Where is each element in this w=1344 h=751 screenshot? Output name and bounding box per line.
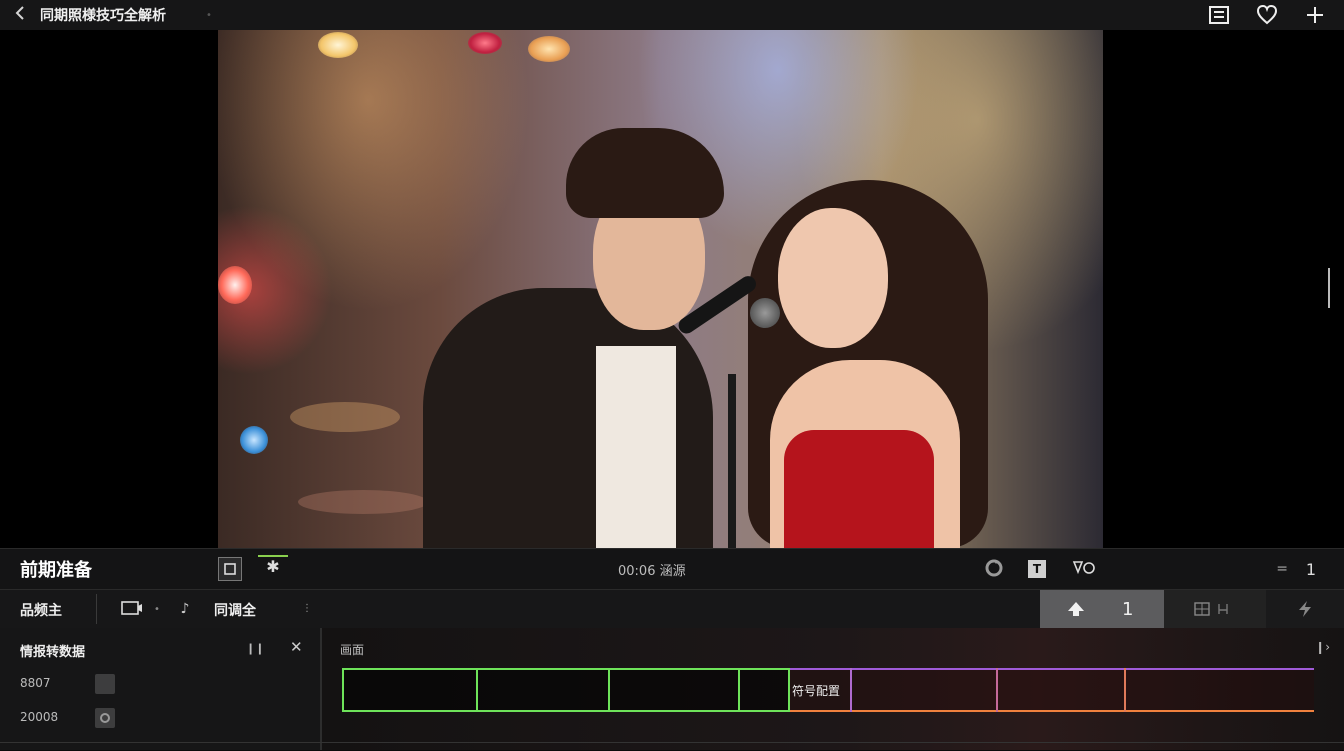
stage-light bbox=[240, 426, 268, 454]
mic-head bbox=[750, 298, 780, 328]
close-button[interactable]: ✕ bbox=[290, 638, 303, 656]
preview-side-handle[interactable] bbox=[1328, 268, 1338, 308]
pause-icon: ❙❙ bbox=[246, 642, 265, 655]
filter-icon bbox=[1072, 561, 1095, 575]
stage-light bbox=[468, 32, 502, 54]
preview-frame bbox=[218, 30, 1103, 548]
clip-divider bbox=[476, 668, 478, 712]
clip-divider bbox=[1124, 668, 1126, 712]
property-label: 20008 bbox=[20, 710, 59, 724]
timeline-expand-button[interactable]: ❙› bbox=[1315, 640, 1330, 654]
layout-icon bbox=[1209, 6, 1229, 24]
music-button[interactable]: ♪ bbox=[174, 598, 196, 620]
drum-cymbal bbox=[298, 490, 428, 514]
media-button[interactable] bbox=[120, 598, 142, 620]
clip-count: 1 bbox=[1305, 559, 1316, 579]
lightning-icon bbox=[1299, 601, 1311, 617]
selected-count: 1 bbox=[1122, 598, 1134, 620]
layout-button[interactable] bbox=[1208, 4, 1230, 26]
upload-icon bbox=[1068, 602, 1084, 616]
text-icon: T bbox=[1032, 562, 1042, 576]
panel-title: 情报转数据 bbox=[20, 645, 86, 660]
magic-segment[interactable] bbox=[1266, 590, 1344, 628]
grid-segment[interactable] bbox=[1164, 590, 1266, 628]
count-eq: = bbox=[1276, 561, 1288, 577]
dots-icon: ⋮ bbox=[302, 603, 312, 614]
clip-divider bbox=[608, 668, 610, 712]
separator-dot: • bbox=[206, 9, 212, 21]
separator-dot: • bbox=[154, 604, 160, 615]
drum-cymbal bbox=[290, 402, 400, 432]
pause-button[interactable]: ❙❙ bbox=[246, 642, 264, 655]
refresh-icon bbox=[985, 559, 1003, 577]
man-shirt bbox=[596, 346, 676, 548]
selected-count-segment[interactable]: 1 bbox=[1040, 590, 1164, 628]
woman-face bbox=[778, 208, 888, 348]
square-icon bbox=[224, 563, 236, 575]
clip-divider bbox=[738, 668, 740, 712]
sparkle-icon: ✱ bbox=[266, 557, 280, 576]
clip-green[interactable] bbox=[342, 668, 790, 712]
stage-light bbox=[528, 36, 570, 62]
property-swatch[interactable] bbox=[95, 708, 115, 728]
option-button[interactable]: ⋮ bbox=[296, 598, 318, 620]
divider bbox=[96, 594, 97, 624]
close-icon: ✕ bbox=[290, 638, 303, 656]
text-tool-button[interactable]: T bbox=[1028, 560, 1046, 578]
clip-label: 符号配置 bbox=[792, 684, 841, 698]
crop-button[interactable] bbox=[218, 557, 242, 581]
chevron-left-icon bbox=[15, 5, 24, 20]
plus-icon bbox=[1307, 7, 1323, 23]
grid-icon bbox=[1194, 602, 1228, 616]
heart-icon bbox=[1256, 5, 1278, 25]
tool-sync[interactable]: 同调全 bbox=[214, 600, 256, 620]
favorite-button[interactable] bbox=[1256, 4, 1278, 26]
tool-row: 品频主 • ♪ 同调全 ⋮ 1 bbox=[0, 589, 1344, 629]
section-title: 前期准备 bbox=[20, 560, 92, 581]
mic-stand bbox=[728, 374, 736, 548]
clip-divider bbox=[996, 668, 998, 712]
media-icon bbox=[121, 601, 142, 615]
add-button[interactable] bbox=[1304, 4, 1326, 26]
stage-light bbox=[218, 266, 252, 304]
property-label: 8807 bbox=[20, 676, 51, 690]
gear-icon bbox=[100, 713, 110, 723]
woman-dress bbox=[784, 430, 934, 548]
clip-divider bbox=[850, 668, 852, 712]
refresh-button[interactable] bbox=[983, 558, 1005, 580]
back-button[interactable] bbox=[0, 5, 40, 26]
section-bar: 前期准备 ✱ 00:06 涵源 T = 1 bbox=[0, 548, 1344, 589]
page-title: 同期照様技巧全解析 bbox=[40, 8, 166, 24]
topbar-actions bbox=[1208, 0, 1326, 30]
properties-panel: 情报转数据 ❙❙ ✕ 8807 20008 bbox=[0, 628, 322, 750]
timeline-track[interactable]: 符号配置 bbox=[342, 668, 1314, 712]
timeline-label: 画面 bbox=[340, 643, 365, 657]
effect-button[interactable]: ✱ bbox=[258, 555, 288, 581]
property-swatch[interactable] bbox=[95, 674, 115, 694]
timeline-panel: 画面 ❙› 符号配置 bbox=[322, 628, 1344, 750]
time-label: 00:06 涵源 bbox=[618, 563, 686, 579]
music-note-icon: ♪ bbox=[180, 601, 190, 617]
clip-gradient[interactable] bbox=[790, 668, 1314, 712]
stage-light bbox=[318, 32, 358, 58]
man-hair bbox=[566, 128, 724, 218]
top-bar: 同期照様技巧全解析 • bbox=[0, 0, 1344, 30]
video-preview[interactable] bbox=[0, 30, 1344, 548]
tool-main[interactable]: 品频主 bbox=[20, 600, 62, 620]
lower-area: 情报转数据 ❙❙ ✕ 8807 20008 画面 ❙› 符号配置 bbox=[0, 628, 1344, 750]
filter-button[interactable] bbox=[1072, 558, 1095, 580]
chevron-right-icon: ❙› bbox=[1315, 640, 1330, 654]
